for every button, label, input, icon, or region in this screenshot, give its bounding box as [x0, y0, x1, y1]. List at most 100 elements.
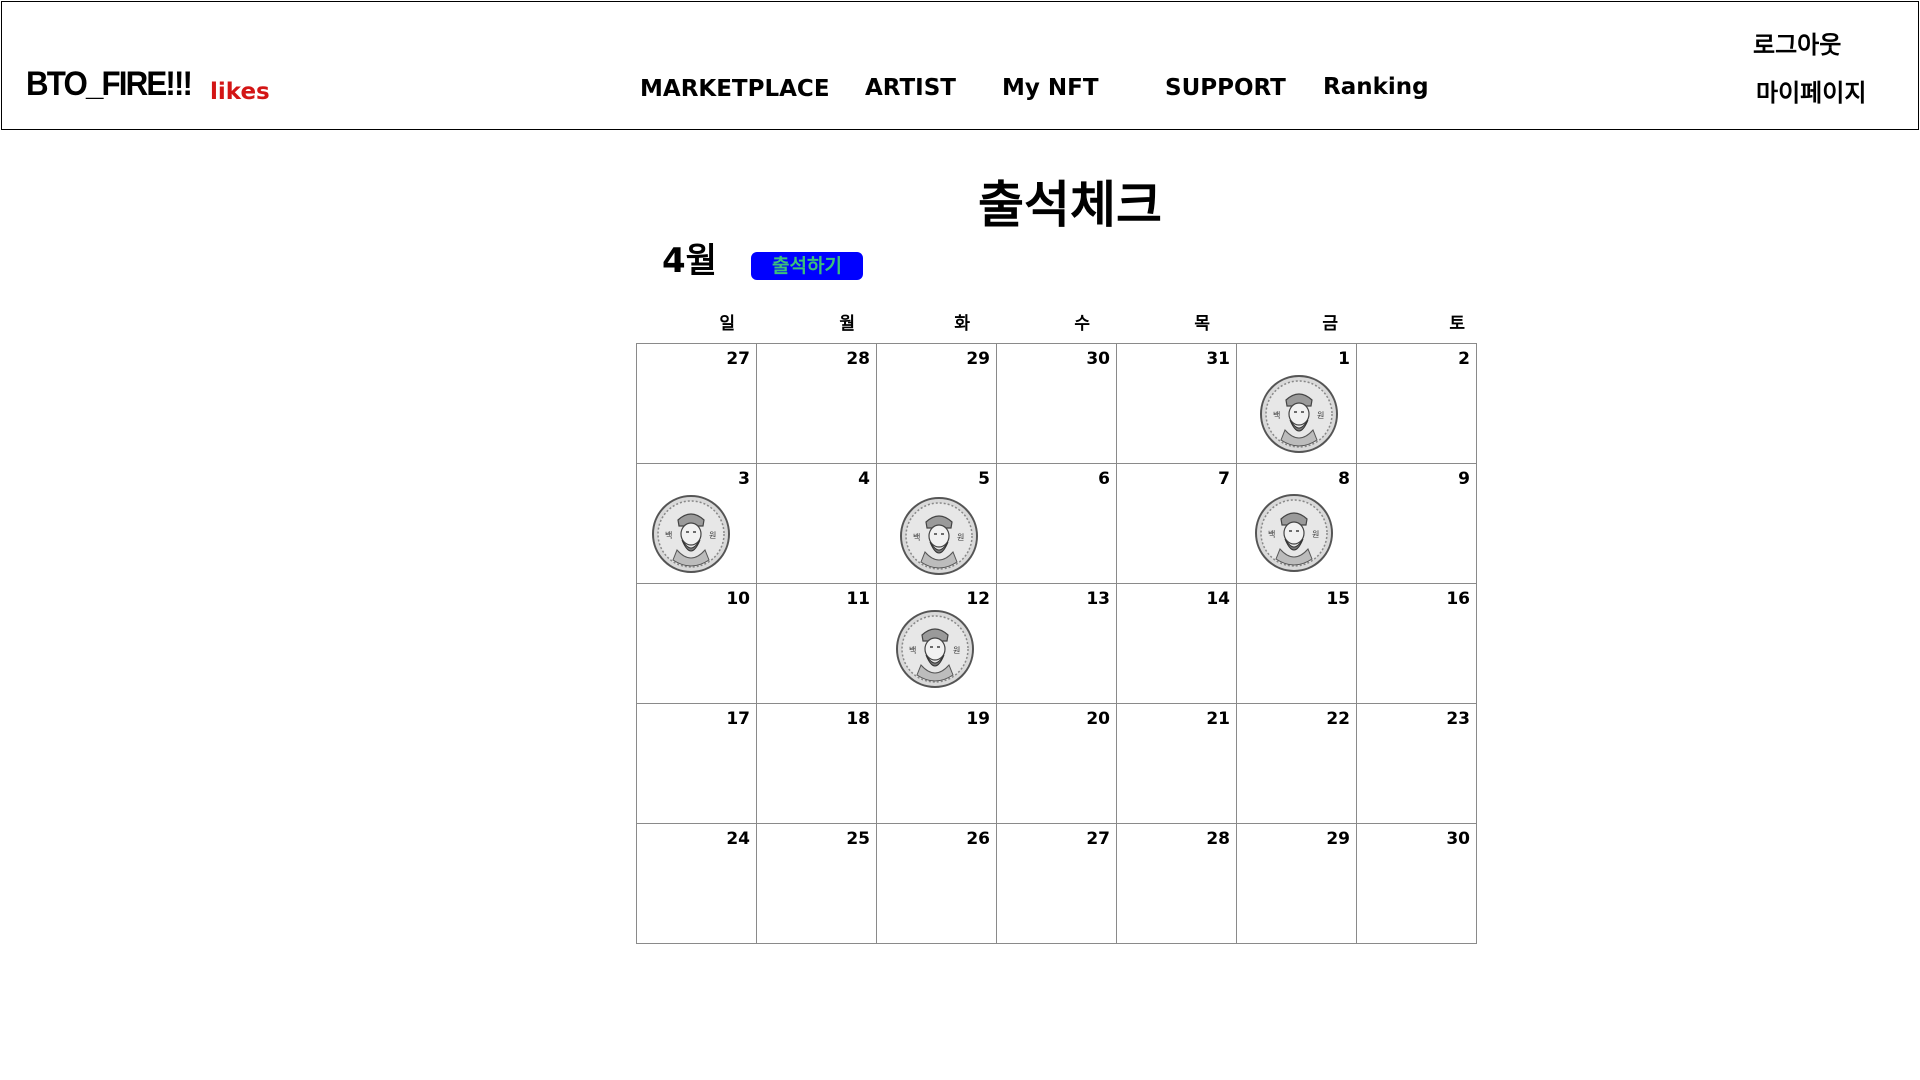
calendar-day-cell[interactable]: 29: [1236, 823, 1357, 944]
calendar-day-cell[interactable]: 29: [876, 343, 997, 464]
calendar-day-cell[interactable]: 14: [1116, 583, 1237, 704]
svg-text:원: 원: [1317, 411, 1324, 420]
day-number: 30: [1086, 349, 1110, 369]
calendar-day-cell[interactable]: 9: [1356, 463, 1477, 584]
day-number: 8: [1338, 469, 1350, 489]
weekday-label: 토: [1449, 314, 1465, 334]
month-label: 4월: [662, 241, 717, 281]
day-number: 4: [858, 469, 870, 489]
100-won-coin-icon: 백원: [899, 496, 979, 576]
day-number: 26: [966, 829, 990, 849]
calendar-day-cell[interactable]: 24: [636, 823, 757, 944]
attendance-check-button[interactable]: 출석하기: [751, 252, 863, 280]
calendar-day-cell[interactable]: 28: [756, 343, 877, 464]
calendar-day-cell[interactable]: 2: [1356, 343, 1477, 464]
attendance-calendar: 27 28 29 30 31 1 백 원 2 3 백 원 4 5 백 원 6 7 8 백 원 9 10 11 12 백 원 13 14 1…: [636, 343, 1477, 944]
svg-text:백: 백: [665, 530, 672, 540]
day-number: 11: [846, 589, 870, 609]
day-number: 19: [966, 709, 990, 729]
calendar-day-cell[interactable]: 5백원: [876, 463, 997, 584]
day-number: 15: [1326, 589, 1350, 609]
day-number: 29: [966, 349, 990, 369]
day-number: 3: [738, 469, 750, 489]
day-number: 24: [726, 829, 750, 849]
calendar-day-cell[interactable]: 12 백 원: [876, 583, 997, 704]
svg-text:원: 원: [1312, 530, 1319, 539]
logout-link[interactable]: 로그아웃: [1753, 30, 1841, 60]
svg-text:원: 원: [953, 646, 960, 655]
brand-likes-label[interactable]: likes: [210, 77, 270, 107]
100-won-coin-icon: 백원: [895, 609, 975, 689]
mypage-link[interactable]: 마이페이지: [1756, 78, 1866, 108]
day-number: 5: [978, 469, 990, 489]
day-number: 18: [846, 709, 870, 729]
calendar-day-cell[interactable]: 16: [1356, 583, 1477, 704]
day-number: 21: [1206, 709, 1230, 729]
day-number: 28: [846, 349, 870, 369]
day-number: 14: [1206, 589, 1230, 609]
day-number: 16: [1446, 589, 1470, 609]
svg-text:백: 백: [1273, 410, 1280, 420]
100-won-coin-icon: 백원: [1254, 493, 1334, 573]
day-number: 25: [846, 829, 870, 849]
calendar-day-cell[interactable]: 3백원: [636, 463, 757, 584]
day-number: 30: [1446, 829, 1470, 849]
calendar-day-cell[interactable]: 27: [636, 343, 757, 464]
weekday-label: 수: [1074, 314, 1090, 334]
calendar-day-cell[interactable]: 7: [1116, 463, 1237, 584]
day-number: 31: [1206, 349, 1230, 369]
calendar-day-cell[interactable]: 13: [996, 583, 1117, 704]
day-number: 1: [1338, 349, 1350, 369]
calendar-day-cell[interactable]: 4: [756, 463, 877, 584]
day-number: 12: [966, 589, 990, 609]
nav-my-nft[interactable]: My NFT: [1002, 73, 1099, 103]
brand-logo[interactable]: BTO_FIRE!!!: [26, 64, 193, 104]
svg-text:백: 백: [913, 532, 920, 542]
calendar-day-cell[interactable]: 6: [996, 463, 1117, 584]
day-number: 20: [1086, 709, 1110, 729]
day-number: 22: [1326, 709, 1350, 729]
nav-ranking[interactable]: Ranking: [1323, 72, 1429, 102]
calendar-day-cell[interactable]: 23: [1356, 703, 1477, 824]
calendar-day-cell[interactable]: 11: [756, 583, 877, 704]
day-number: 28: [1206, 829, 1230, 849]
calendar-day-cell[interactable]: 28: [1116, 823, 1237, 944]
day-number: 6: [1098, 469, 1110, 489]
calendar-day-cell[interactable]: 27: [996, 823, 1117, 944]
svg-text:원: 원: [709, 531, 716, 540]
calendar-day-cell[interactable]: 25: [756, 823, 877, 944]
calendar-day-cell[interactable]: 1백원: [1236, 343, 1357, 464]
calendar-day-cell[interactable]: 21: [1116, 703, 1237, 824]
nav-support[interactable]: SUPPORT: [1165, 73, 1286, 103]
day-number: 27: [1086, 829, 1110, 849]
calendar-day-cell[interactable]: 19: [876, 703, 997, 824]
100-won-coin-icon: 백원: [651, 494, 731, 574]
calendar-day-cell[interactable]: 18: [756, 703, 877, 824]
calendar-day-cell[interactable]: 26: [876, 823, 997, 944]
svg-text:백: 백: [1268, 529, 1275, 539]
nav-artist[interactable]: ARTIST: [865, 73, 956, 103]
calendar-day-cell[interactable]: 10: [636, 583, 757, 704]
svg-text:원: 원: [957, 533, 964, 542]
calendar-day-cell[interactable]: 22: [1236, 703, 1357, 824]
weekday-label: 화: [954, 314, 970, 334]
calendar-day-cell[interactable]: 8백원: [1236, 463, 1357, 584]
nav-marketplace[interactable]: MARKETPLACE: [640, 74, 830, 104]
page-title: 출석체크: [978, 176, 1162, 234]
calendar-day-cell[interactable]: 30: [996, 343, 1117, 464]
day-number: 29: [1326, 829, 1350, 849]
100-won-coin-icon: 백원: [1259, 374, 1339, 454]
day-number: 13: [1086, 589, 1110, 609]
calendar-day-cell[interactable]: 15: [1236, 583, 1357, 704]
weekday-label: 월: [839, 314, 855, 334]
day-number: 17: [726, 709, 750, 729]
calendar-day-cell[interactable]: 31: [1116, 343, 1237, 464]
calendar-day-cell[interactable]: 20: [996, 703, 1117, 824]
day-number: 10: [726, 589, 750, 609]
day-number: 27: [726, 349, 750, 369]
day-number: 2: [1458, 349, 1470, 369]
calendar-day-cell[interactable]: 17: [636, 703, 757, 824]
top-header: BTO_FIRE!!! likes MARKETPLACE ARTIST My …: [1, 1, 1919, 130]
calendar-day-cell[interactable]: 30: [1356, 823, 1477, 944]
day-number: 9: [1458, 469, 1470, 489]
